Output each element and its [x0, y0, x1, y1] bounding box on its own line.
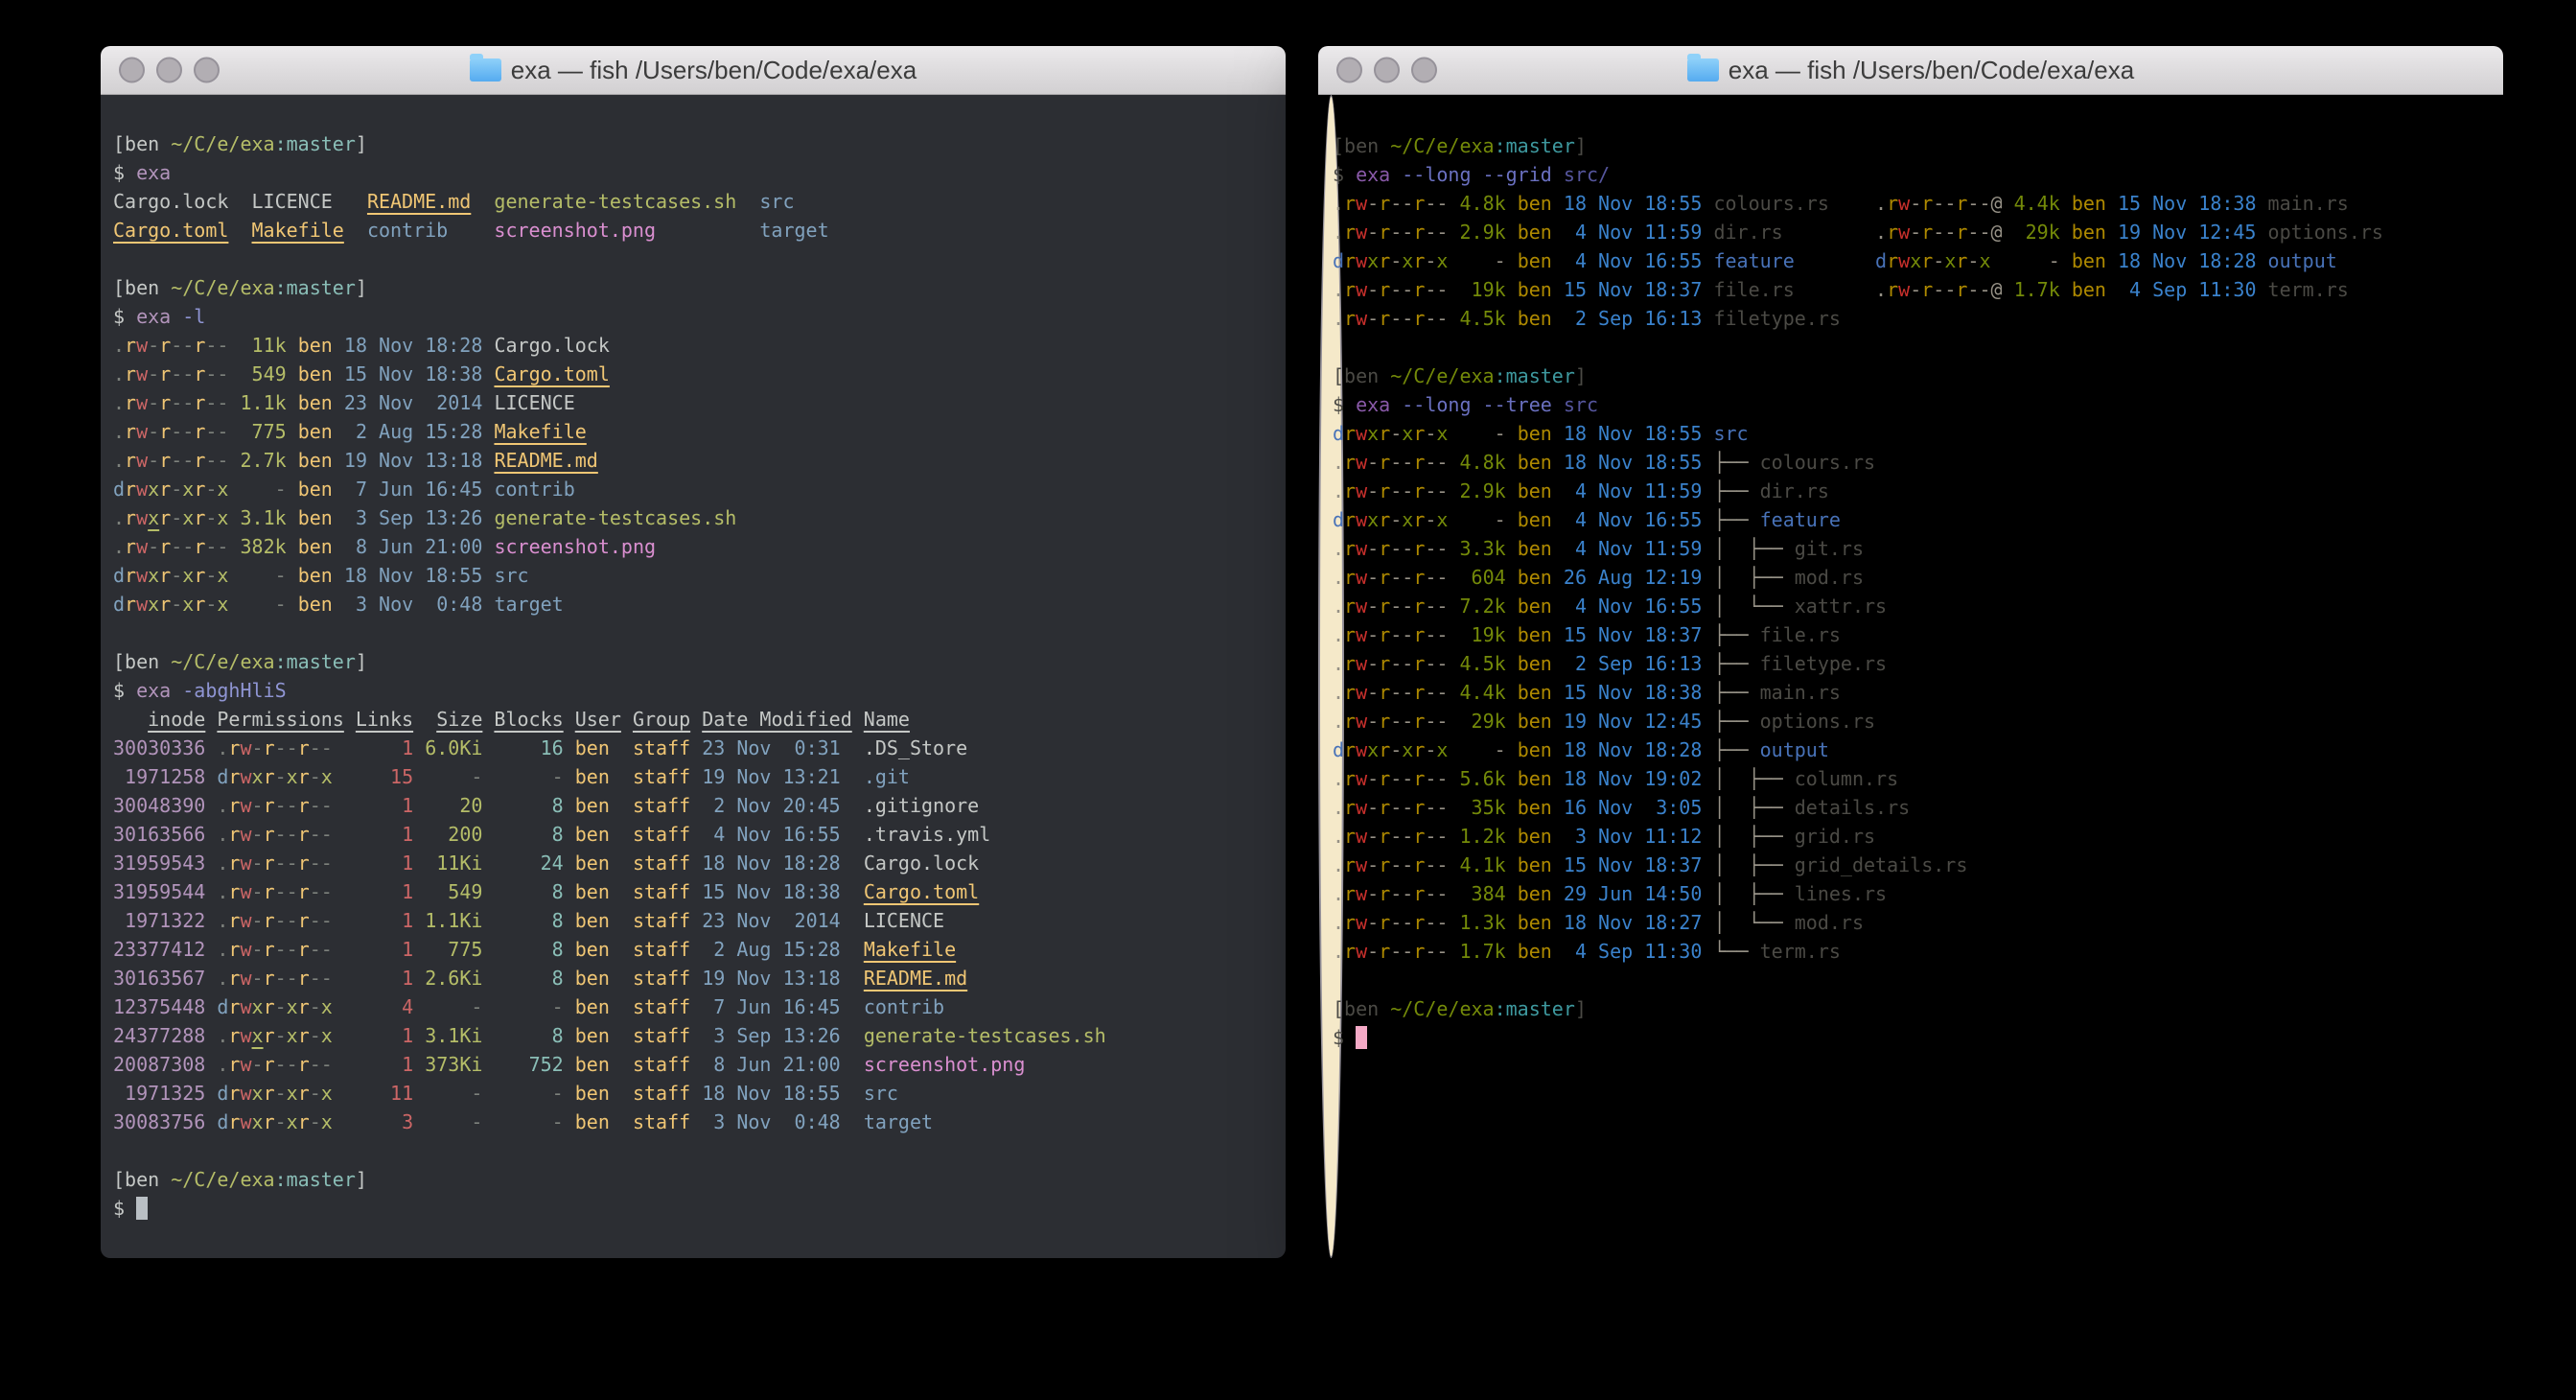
- terminal-line: [ben ~/C/e/exa:master]: [113, 129, 1276, 158]
- terminal-content-light[interactable]: [ben ~/C/e/exa:master]$ exa --long --gri…: [1318, 95, 1344, 1258]
- terminal-line: [113, 1136, 1276, 1165]
- terminal-line: 30030336 .rw-r--r-- 1 6.0Ki 16 ben staff…: [113, 734, 1276, 762]
- terminal-line: 1971325 drwxr-xr-x 11 - - ben staff 18 N…: [113, 1079, 1276, 1108]
- terminal-line: $ exa -l: [113, 302, 1276, 331]
- terminal-line: .rw-r--r-- 775 ben 2 Aug 15:28 Makefile: [113, 417, 1276, 446]
- terminal-line: 12375448 drwxr-xr-x 4 - - ben staff 7 Ju…: [113, 992, 1276, 1021]
- terminal-line: 30163567 .rw-r--r-- 1 2.6Ki 8 ben staff …: [113, 964, 1276, 992]
- terminal-line: .rw-r--r-- 549 ben 15 Nov 18:38 Cargo.to…: [113, 360, 1276, 388]
- terminal-line: 30048390 .rw-r--r-- 1 20 8 ben staff 2 N…: [113, 791, 1276, 820]
- terminal-line: Cargo.lock LICENCE README.md generate-te…: [113, 187, 1276, 216]
- terminal-line: 30083756 drwxr-xr-x 3 - - ben staff 3 No…: [113, 1108, 1276, 1136]
- terminal-line: 31959544 .rw-r--r-- 1 549 8 ben staff 15…: [113, 877, 1276, 906]
- window-title: exa — fish /Users/ben/Code/exa/exa: [470, 56, 917, 85]
- folder-icon: [470, 58, 501, 82]
- terminal-line: [ben ~/C/e/exa:master]: [113, 273, 1276, 302]
- window-title-text: exa — fish /Users/ben/Code/exa/exa: [511, 56, 917, 85]
- terminal-line: 24377288 .rwxr-xr-x 1 3.1Ki 8 ben staff …: [113, 1021, 1276, 1050]
- terminal-line: $ exa: [113, 158, 1276, 187]
- terminal-content-dark[interactable]: [ben ~/C/e/exa:master]$ exaCargo.lock LI…: [101, 95, 1286, 1258]
- terminal-line: drwxr-xr-x - ben 7 Jun 16:45 contrib: [113, 475, 1276, 503]
- terminal-line: .rw-r--r-- 1.1k ben 23 Nov 2014 LICENCE: [113, 388, 1276, 417]
- traffic-lights: [1336, 58, 1437, 83]
- close-button[interactable]: [1336, 58, 1362, 83]
- terminal-window-dark: exa — fish /Users/ben/Code/exa/exa [ben …: [101, 46, 1286, 1258]
- terminal-line: .rw-r--r-- 2.7k ben 19 Nov 13:18 README.…: [113, 446, 1276, 475]
- titlebar: exa — fish /Users/ben/Code/exa/exa: [1318, 46, 2503, 95]
- terminal-line: [ben ~/C/e/exa:master]: [113, 1165, 1276, 1194]
- minimize-button[interactable]: [156, 58, 182, 83]
- terminal-line: 23377412 .rw-r--r-- 1 775 8 ben staff 2 …: [113, 935, 1276, 964]
- zoom-button[interactable]: [1411, 58, 1437, 83]
- terminal-line: .rw-r--r-- 382k ben 8 Jun 21:00 screensh…: [113, 532, 1276, 561]
- close-button[interactable]: [119, 58, 145, 83]
- folder-icon: [1687, 58, 1719, 82]
- terminal-line: [113, 618, 1276, 647]
- window-title: exa — fish /Users/ben/Code/exa/exa: [1687, 56, 2134, 85]
- minimize-button[interactable]: [1374, 58, 1400, 83]
- window-title-text: exa — fish /Users/ben/Code/exa/exa: [1729, 56, 2134, 85]
- terminal-line: 1971322 .rw-r--r-- 1 1.1Ki 8 ben staff 2…: [113, 906, 1276, 935]
- traffic-lights: [119, 58, 220, 83]
- terminal-line: drwxr-xr-x - ben 3 Nov 0:48 target: [113, 590, 1276, 618]
- terminal-line: 1971258 drwxr-xr-x 15 - - ben staff 19 N…: [113, 762, 1276, 791]
- terminal-line: [ben ~/C/e/exa:master]: [113, 647, 1276, 676]
- terminal-line: inode Permissions Links Size Blocks User…: [113, 705, 1276, 734]
- terminal-line: .rwxr-xr-x 3.1k ben 3 Sep 13:26 generate…: [113, 503, 1276, 532]
- terminal-line: 30163566 .rw-r--r-- 1 200 8 ben staff 4 …: [113, 820, 1276, 849]
- terminal-line: drwxr-xr-x - ben 18 Nov 18:55 src: [113, 561, 1276, 590]
- terminal-line: Cargo.toml Makefile contrib screenshot.p…: [113, 216, 1276, 245]
- terminal-line: 20087308 .rw-r--r-- 1 373Ki 752 ben staf…: [113, 1050, 1276, 1079]
- zoom-button[interactable]: [194, 58, 220, 83]
- terminal-line: [113, 245, 1276, 273]
- titlebar: exa — fish /Users/ben/Code/exa/exa: [101, 46, 1286, 95]
- terminal-line: $ exa -abghHliS: [113, 676, 1276, 705]
- terminal-line: 31959543 .rw-r--r-- 1 11Ki 24 ben staff …: [113, 849, 1276, 877]
- terminal-line: .rw-r--r-- 11k ben 18 Nov 18:28 Cargo.lo…: [113, 331, 1276, 360]
- terminal-window-light: exa — fish /Users/ben/Code/exa/exa [ben …: [1318, 46, 2503, 1258]
- terminal-line: $: [113, 1194, 1276, 1223]
